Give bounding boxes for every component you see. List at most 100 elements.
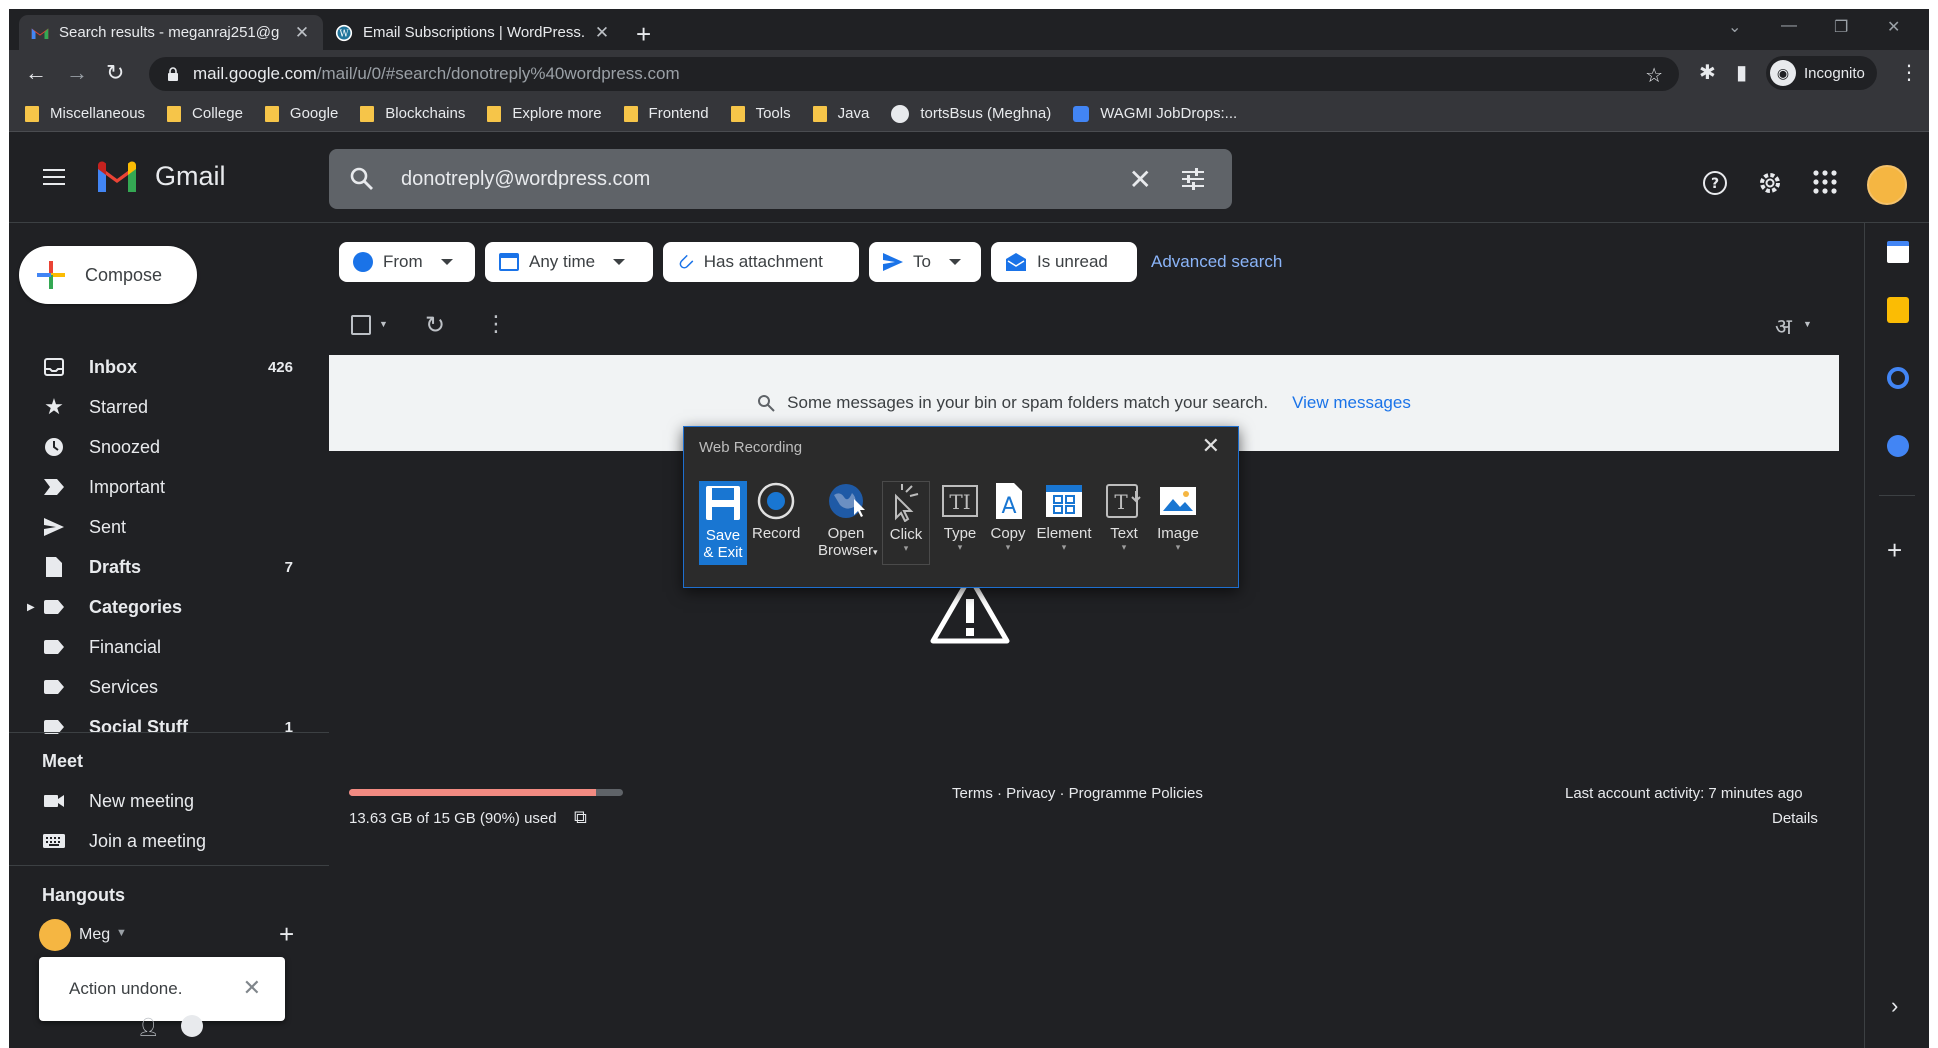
apps-grid-icon[interactable]	[1812, 169, 1838, 195]
contacts-app-icon[interactable]	[1887, 435, 1909, 457]
footer-links[interactable]: Terms · Privacy · Programme Policies	[952, 785, 1203, 802]
close-toast-icon[interactable]: ✕	[243, 975, 261, 1001]
view-messages-link[interactable]: View messages	[1292, 393, 1411, 413]
add-hangout-icon[interactable]: +	[279, 919, 294, 950]
sidebar-item-financial[interactable]: Financial	[9, 627, 329, 667]
clear-search-icon[interactable]: ✕	[1129, 163, 1152, 196]
search-icon[interactable]	[349, 166, 375, 192]
calendar-app-icon[interactable]	[1887, 241, 1909, 263]
bookmark-folder[interactable]: Google	[264, 105, 338, 122]
search-input[interactable]: donotreply@wordpress.com	[401, 168, 650, 191]
tasks-app-icon[interactable]	[1887, 367, 1909, 389]
back-icon[interactable]: ←	[25, 60, 47, 86]
select-all-checkbox[interactable]	[351, 315, 371, 335]
sidebar-item-categories[interactable]: ▶ Categories	[9, 587, 329, 627]
side-panel-rail: + ›	[1864, 223, 1929, 1048]
join-meeting-item[interactable]: Join a meeting	[9, 821, 329, 861]
open-browser-button[interactable]: Open Browser▾	[818, 481, 878, 561]
sidebar-item-drafts[interactable]: Drafts 7	[9, 547, 329, 587]
chevron-down-icon	[440, 259, 453, 265]
address-bar[interactable]: mail.google.com/mail/u/0/#search/donotre…	[149, 57, 1679, 91]
minimize-icon[interactable]: —	[1781, 17, 1797, 35]
chevron-down-icon[interactable]: ▼	[116, 927, 127, 939]
bookmark-link[interactable]: tortsBsus (Meghna)	[891, 104, 1051, 123]
image-button[interactable]: Image ▾	[1152, 481, 1204, 552]
hangouts-chat-icon[interactable]	[181, 1015, 203, 1037]
tab-gmail[interactable]: Search results - meganraj251@g ✕	[19, 15, 323, 50]
button-label: Save	[705, 527, 741, 544]
extensions-icon[interactable]: ✱	[1699, 60, 1716, 85]
filter-any-time[interactable]: Any time	[485, 242, 653, 282]
settings-gear-icon[interactable]	[1756, 169, 1784, 197]
forward-icon[interactable]: →	[66, 60, 88, 86]
search-bar[interactable]: donotreply@wordpress.com ✕	[329, 149, 1232, 209]
bookmark-folder[interactable]: Explore more	[487, 105, 602, 122]
sidebar-item-snoozed[interactable]: Snoozed	[9, 427, 329, 467]
sidebar-item-social-stuff[interactable]: Social Stuff 1	[9, 707, 329, 747]
contacts-icon[interactable]: 👤︎	[137, 1017, 160, 1038]
filter-is-unread[interactable]: Is unread	[991, 242, 1137, 282]
hangouts-user-name[interactable]: Meg	[79, 926, 110, 944]
close-window-icon[interactable]: ✕	[1887, 17, 1900, 37]
copy-button[interactable]: A Copy ▾	[984, 481, 1032, 552]
more-options-icon[interactable]: ⋮	[485, 311, 507, 337]
new-tab-icon[interactable]: +	[636, 19, 651, 50]
sidebar-item-services[interactable]: Services	[9, 667, 329, 707]
chevron-down-icon: ▾	[1005, 542, 1011, 552]
bookmark-folder[interactable]: College	[167, 105, 243, 122]
side-panel-icon[interactable]: ▮	[1736, 60, 1747, 85]
bookmark-folder[interactable]: Tools	[730, 105, 791, 122]
image-icon	[1160, 487, 1196, 515]
element-button[interactable]: Element ▾	[1036, 481, 1092, 552]
web-recording-title: Web Recording	[699, 439, 803, 456]
help-icon[interactable]: ?	[1701, 169, 1729, 197]
tab-search-icon[interactable]: ⌄	[1728, 17, 1741, 37]
bookmark-star-icon[interactable]: ☆	[1645, 63, 1663, 88]
bookmark-folder[interactable]: Blockchains	[360, 105, 465, 122]
search-options-icon[interactable]	[1180, 167, 1206, 191]
text-button[interactable]: T Text ▾	[1100, 481, 1148, 552]
bookmark-folder[interactable]: Java	[812, 105, 869, 122]
storage-meter-fill	[349, 789, 596, 796]
bookmark-link[interactable]: WAGMI JobDrops:...	[1073, 105, 1237, 122]
details-link[interactable]: Details	[1772, 810, 1818, 827]
reload-icon[interactable]: ↻	[106, 60, 124, 86]
close-tab-icon[interactable]: ✕	[293, 23, 311, 43]
new-meeting-item[interactable]: New meeting	[9, 781, 329, 821]
tab-strip: Search results - meganraj251@g ✕ W Email…	[9, 9, 1929, 50]
click-button[interactable]: Click ▾	[882, 481, 930, 565]
filter-from[interactable]: From	[339, 242, 475, 282]
advanced-search-link[interactable]: Advanced search	[1151, 252, 1282, 272]
chevron-down-icon[interactable]: ▼	[1803, 319, 1812, 329]
hangouts-avatar[interactable]	[39, 919, 71, 951]
sidebar-item-starred[interactable]: ★ Starred	[9, 387, 329, 427]
restore-icon[interactable]: ❐	[1834, 17, 1848, 37]
record-button[interactable]: Record	[752, 481, 800, 542]
get-addons-icon[interactable]: +	[1887, 535, 1902, 566]
compose-button[interactable]: Compose	[19, 246, 197, 304]
expand-arrow-icon[interactable]: ▶	[27, 602, 35, 613]
sidebar-item-important[interactable]: Important	[9, 467, 329, 507]
open-external-icon[interactable]: ⧉	[574, 807, 587, 828]
chevron-right-icon[interactable]: ›	[1891, 993, 1898, 1019]
tab-wordpress[interactable]: W Email Subscriptions | WordPress.c ✕	[323, 15, 623, 50]
incognito-badge[interactable]: ◉ Incognito	[1766, 56, 1877, 90]
browser-menu-icon[interactable]: ⋮	[1899, 60, 1919, 85]
main-menu-icon[interactable]	[43, 169, 65, 190]
gmail-header: Gmail donotreply@wordpress.com ✕ ?	[9, 133, 1929, 223]
close-tab-icon[interactable]: ✕	[593, 23, 611, 43]
filter-to[interactable]: To	[869, 242, 981, 282]
sidebar-item-sent[interactable]: Sent	[9, 507, 329, 547]
sidebar-item-inbox[interactable]: Inbox 426	[9, 347, 329, 387]
input-tools-label[interactable]: अ	[1775, 311, 1792, 341]
filter-has-attachment[interactable]: ⊂ Has attachment	[663, 242, 859, 282]
save-exit-button[interactable]: Save & Exit	[699, 481, 747, 565]
chevron-down-icon[interactable]: ▼	[379, 319, 388, 329]
keep-app-icon[interactable]	[1887, 297, 1909, 323]
type-button[interactable]: TI Type ▾	[936, 481, 984, 552]
bookmark-folder[interactable]: Frontend	[623, 105, 709, 122]
close-recording-icon[interactable]: ✕	[1202, 433, 1220, 459]
account-avatar[interactable]	[1867, 165, 1907, 205]
bookmark-folder[interactable]: Miscellaneous	[25, 105, 145, 122]
refresh-icon[interactable]: ↻	[425, 311, 445, 340]
